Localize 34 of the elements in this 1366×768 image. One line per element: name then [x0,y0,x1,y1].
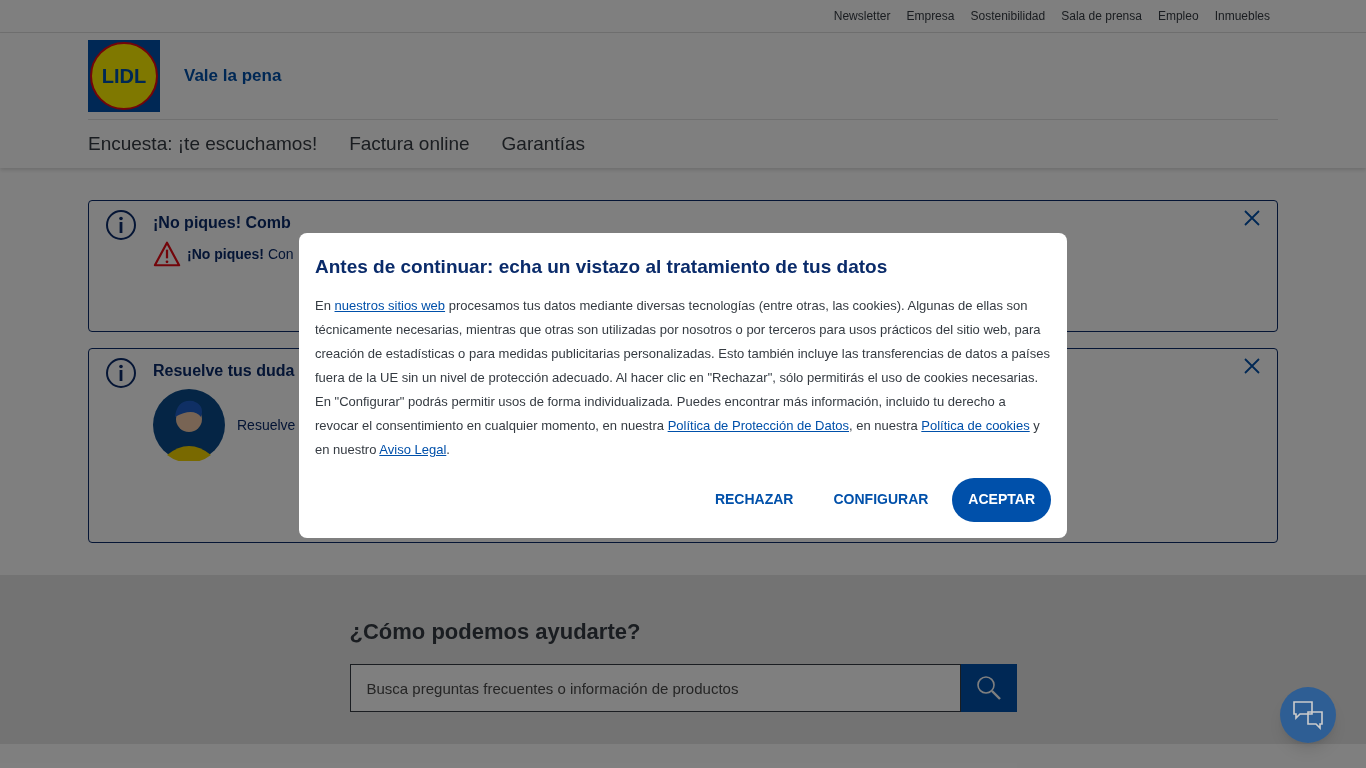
search-button[interactable] [960,664,1017,712]
dialog-button[interactable]: RECHAZAR [698,477,810,522]
tagline: Vale la pena [184,65,282,88]
accept-button[interactable]: ACEPTAR [952,477,1051,522]
avatar-icon [153,389,225,461]
top-link[interactable]: Empresa [906,7,955,25]
notice-title: ¡No piques! Comb [153,213,291,233]
close-icon[interactable] [1243,357,1261,375]
nav-link[interactable]: Garantías [501,129,585,159]
top-link[interactable]: Sostenibilidad [970,7,1046,25]
top-link[interactable]: Newsletter [833,7,891,25]
warning-icon [153,241,181,267]
info-icon [105,209,137,241]
chat-button[interactable] [1280,687,1336,743]
notice-text: ¡No piques! Con [187,244,294,264]
policy-link[interactable]: nuestros sitios web [334,297,446,313]
top-link[interactable]: Sala de prensa [1061,7,1142,25]
close-icon[interactable] [1243,209,1261,227]
help-title: ¿Cómo podemos ayudarte? [349,618,642,646]
info-icon [105,357,137,389]
dialog-text: En nuestros sitios web procesamos tus datos mediante diversas tecnologías (entre otras, las cookies). Algunas de ellas son técnicamente necesarias, mientras que otras son utilizadas por nosotros o por terceros para usos prácticos del sitio web, para creación de estadísticas o para medidas publicitarias personalizadas. Esto también incluye las transferencias de datos a países fuera de la UE sin un nivel de protección adecuado. Al hacer clic en "Rechazar", sólo permitirás el uso de cookies necesarias. En "Configurar" podrás permitir usos de forma individualizada. Puedes encontrar más información, incluido tu derecho a revocar el consentimiento en cualquier momento, en nuestra Política de Protección de Datos, en nuestra Política de cookies y en nuestro Aviso Legal. [315,296,1051,459]
notice-text: Resuelve [237,415,296,435]
search-icon [975,675,1002,701]
top-link[interactable]: Inmuebles [1214,7,1270,25]
nav-link[interactable]: Encuesta: ¡te escuchamos! [88,129,318,159]
logo[interactable]: LIDL [88,40,160,112]
dialog-title: Antes de continuar: echa un vistazo al tratamiento de tus datos [315,255,889,279]
chat-icon [1292,700,1324,730]
policy-link[interactable]: Política de cookies [921,417,1030,433]
nav-link[interactable]: Factura online [349,129,470,159]
search-field[interactable]: Busca preguntas frecuentes o información de productos [349,664,961,712]
top-link[interactable]: Empleo [1157,7,1199,25]
notice-title: Resuelve tus duda [153,361,295,381]
dialog-button[interactable]: CONFIGURAR [817,477,945,522]
